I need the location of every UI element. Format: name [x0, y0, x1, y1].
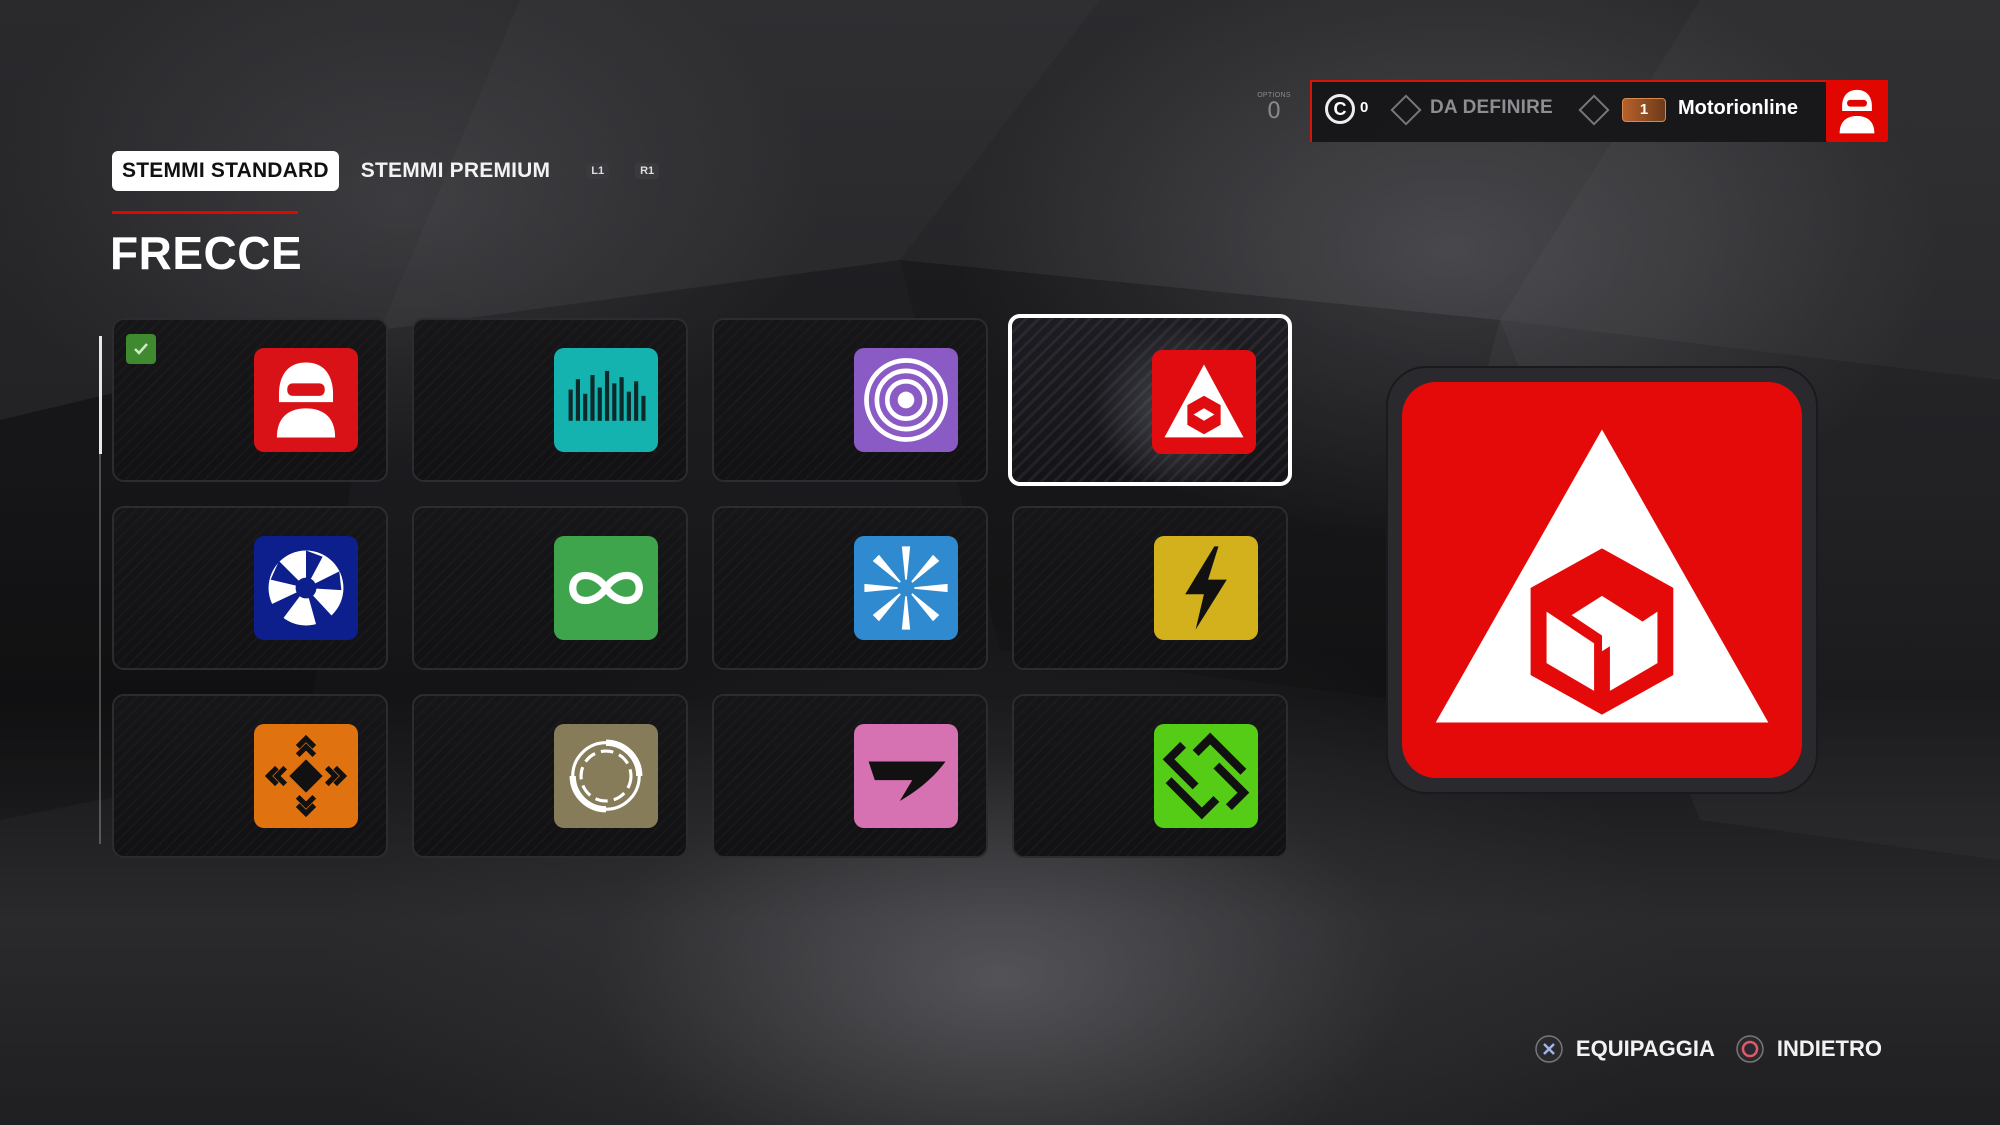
coin-balance: 0 — [1360, 99, 1369, 116]
concentric-rings-icon — [854, 348, 958, 452]
equip-prompt[interactable]: EQUIPAGGIA — [1534, 1034, 1715, 1064]
username: Motorionline — [1678, 97, 1798, 119]
emblem-card[interactable] — [412, 506, 688, 670]
options-value: 0 — [1267, 99, 1281, 124]
options-label: OPTIONS — [1257, 92, 1291, 99]
circle-button-icon — [1736, 1035, 1764, 1063]
triangle-cube-icon — [1435, 429, 1769, 723]
section-title: FRECCE — [110, 227, 303, 279]
active-tab-underline — [112, 211, 298, 214]
coin-icon: C — [1325, 94, 1355, 124]
aperture-icon — [254, 536, 358, 640]
emblem-card[interactable] — [1012, 694, 1288, 858]
helmet-driver-icon — [1839, 89, 1875, 134]
tab-standard-emblems[interactable]: STEMMI STANDARD — [112, 151, 339, 191]
emblem-card[interactable] — [112, 318, 388, 482]
swoosh-flag-icon — [854, 724, 958, 828]
swirl-ring-icon — [554, 724, 658, 828]
emblem-preview — [1402, 382, 1802, 778]
tab-premium-emblems[interactable]: STEMMI PREMIUM — [351, 151, 560, 191]
lightning-bolt-icon — [1154, 536, 1258, 640]
emblem-card-selected[interactable] — [1008, 314, 1292, 486]
radial-burst-icon — [854, 536, 958, 640]
avatar — [1826, 80, 1888, 142]
equip-label: EQUIPAGGIA — [1575, 1036, 1715, 1061]
emblem-tabs: STEMMI STANDARD STEMMI PREMIUM L1 R1 — [112, 151, 660, 191]
equipped-check-icon — [126, 334, 156, 364]
emblem-card[interactable] — [712, 506, 988, 670]
chain-arrows-icon — [1154, 724, 1258, 828]
level-badge: 1 — [1622, 98, 1666, 122]
options-indicator: OPTIONS 0 — [1254, 92, 1294, 124]
emblem-card[interactable] — [112, 506, 388, 670]
r1-button-hint: R1 — [635, 163, 660, 179]
infinity-knot-icon — [554, 536, 658, 640]
emblem-card[interactable] — [712, 318, 988, 482]
back-label: INDIETRO — [1776, 1036, 1882, 1061]
rank-status: DA DEFINIRE — [1430, 97, 1553, 118]
cross-button-icon — [1535, 1035, 1563, 1063]
triangle-cube-icon — [1152, 350, 1256, 454]
emblem-card[interactable] — [712, 694, 988, 858]
four-arrows-icon — [254, 724, 358, 828]
button-prompts: EQUIPAGGIA INDIETRO — [1534, 1034, 1882, 1064]
helmet-driver-icon — [254, 348, 358, 452]
emblem-card[interactable] — [412, 694, 688, 858]
emblem-card[interactable] — [112, 694, 388, 858]
emblem-card[interactable] — [412, 318, 688, 482]
emblem-card[interactable] — [1012, 506, 1288, 670]
soundwave-icon — [554, 348, 658, 452]
back-prompt[interactable]: INDIETRO — [1735, 1034, 1882, 1064]
scrollbar-thumb[interactable] — [99, 336, 102, 454]
l1-button-hint: L1 — [586, 163, 610, 179]
emblem-grid — [112, 314, 1292, 858]
